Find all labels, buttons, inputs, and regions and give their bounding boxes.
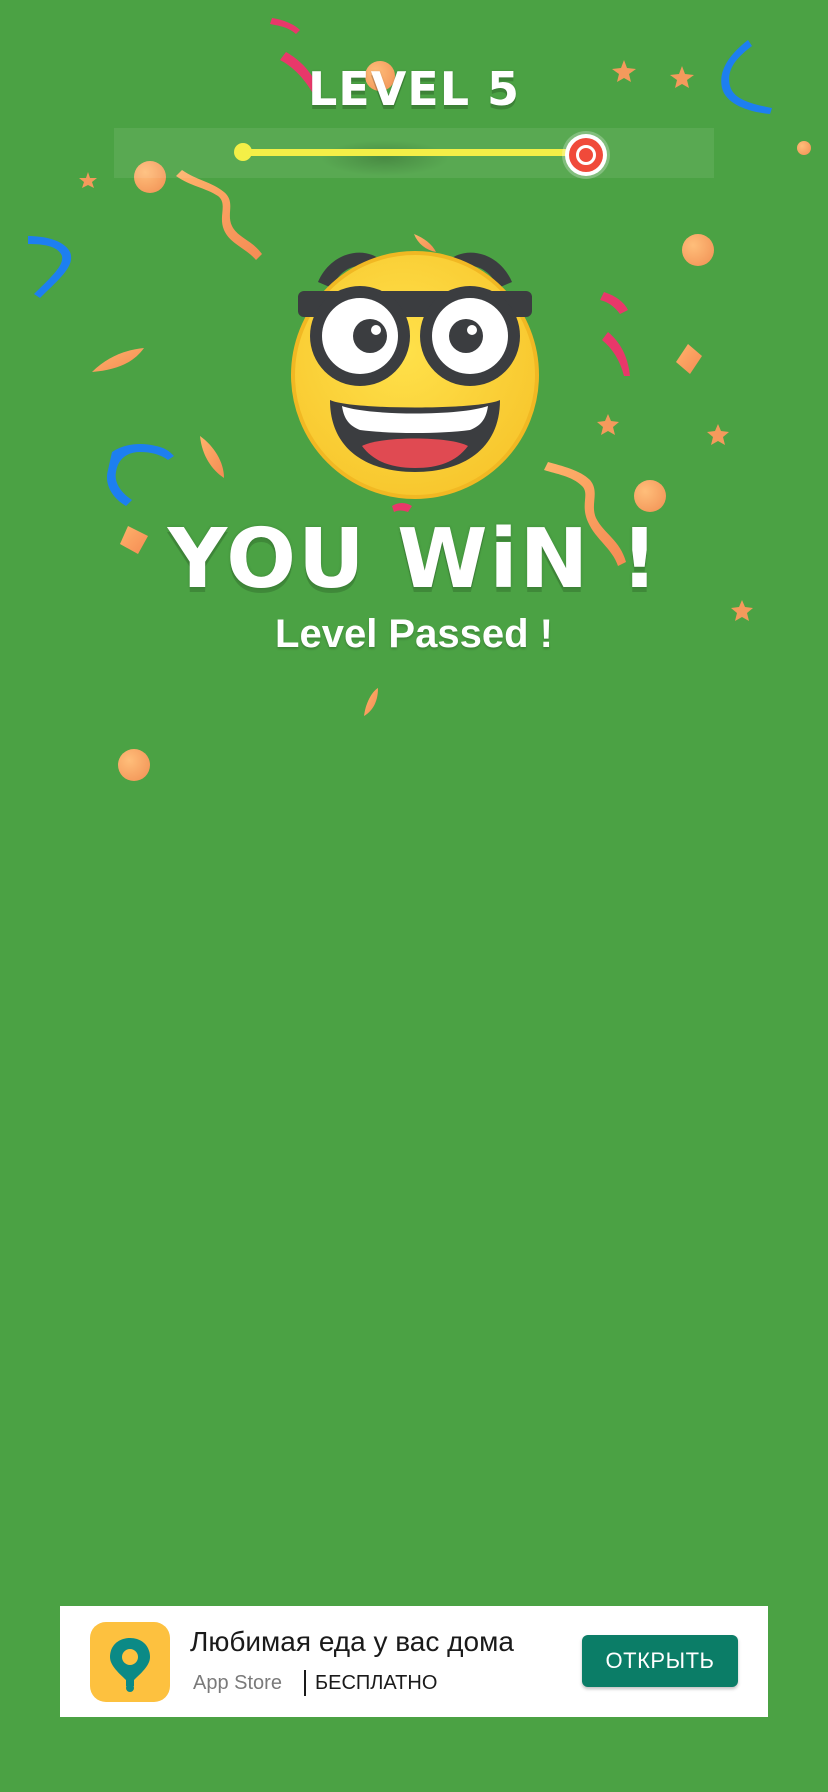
progress-bar-shadow bbox=[320, 140, 450, 176]
progress-bar-fill bbox=[242, 149, 586, 156]
ad-divider bbox=[304, 1670, 306, 1696]
ad-app-icon[interactable] bbox=[90, 1622, 170, 1702]
ad-store-label: App Store bbox=[193, 1672, 282, 1694]
nerd-face-emoji bbox=[291, 251, 539, 499]
location-pin-icon bbox=[110, 1638, 150, 1692]
progress-end-marker bbox=[565, 134, 607, 176]
ad-title[interactable]: Любимая еда у вас дома bbox=[190, 1626, 514, 1658]
win-title: YOU WiN ! bbox=[167, 512, 661, 607]
level-title: LEVEL 5 bbox=[307, 62, 521, 116]
ad-open-button[interactable]: ОТКРЫТЬ bbox=[582, 1635, 738, 1687]
ad-banner[interactable]: Любимая еда у вас дома App Store БЕСПЛАТ… bbox=[60, 1606, 768, 1717]
ad-price-label: БЕСПЛАТНО bbox=[315, 1672, 438, 1694]
level-passed-subtitle: Level Passed ! bbox=[275, 612, 553, 656]
